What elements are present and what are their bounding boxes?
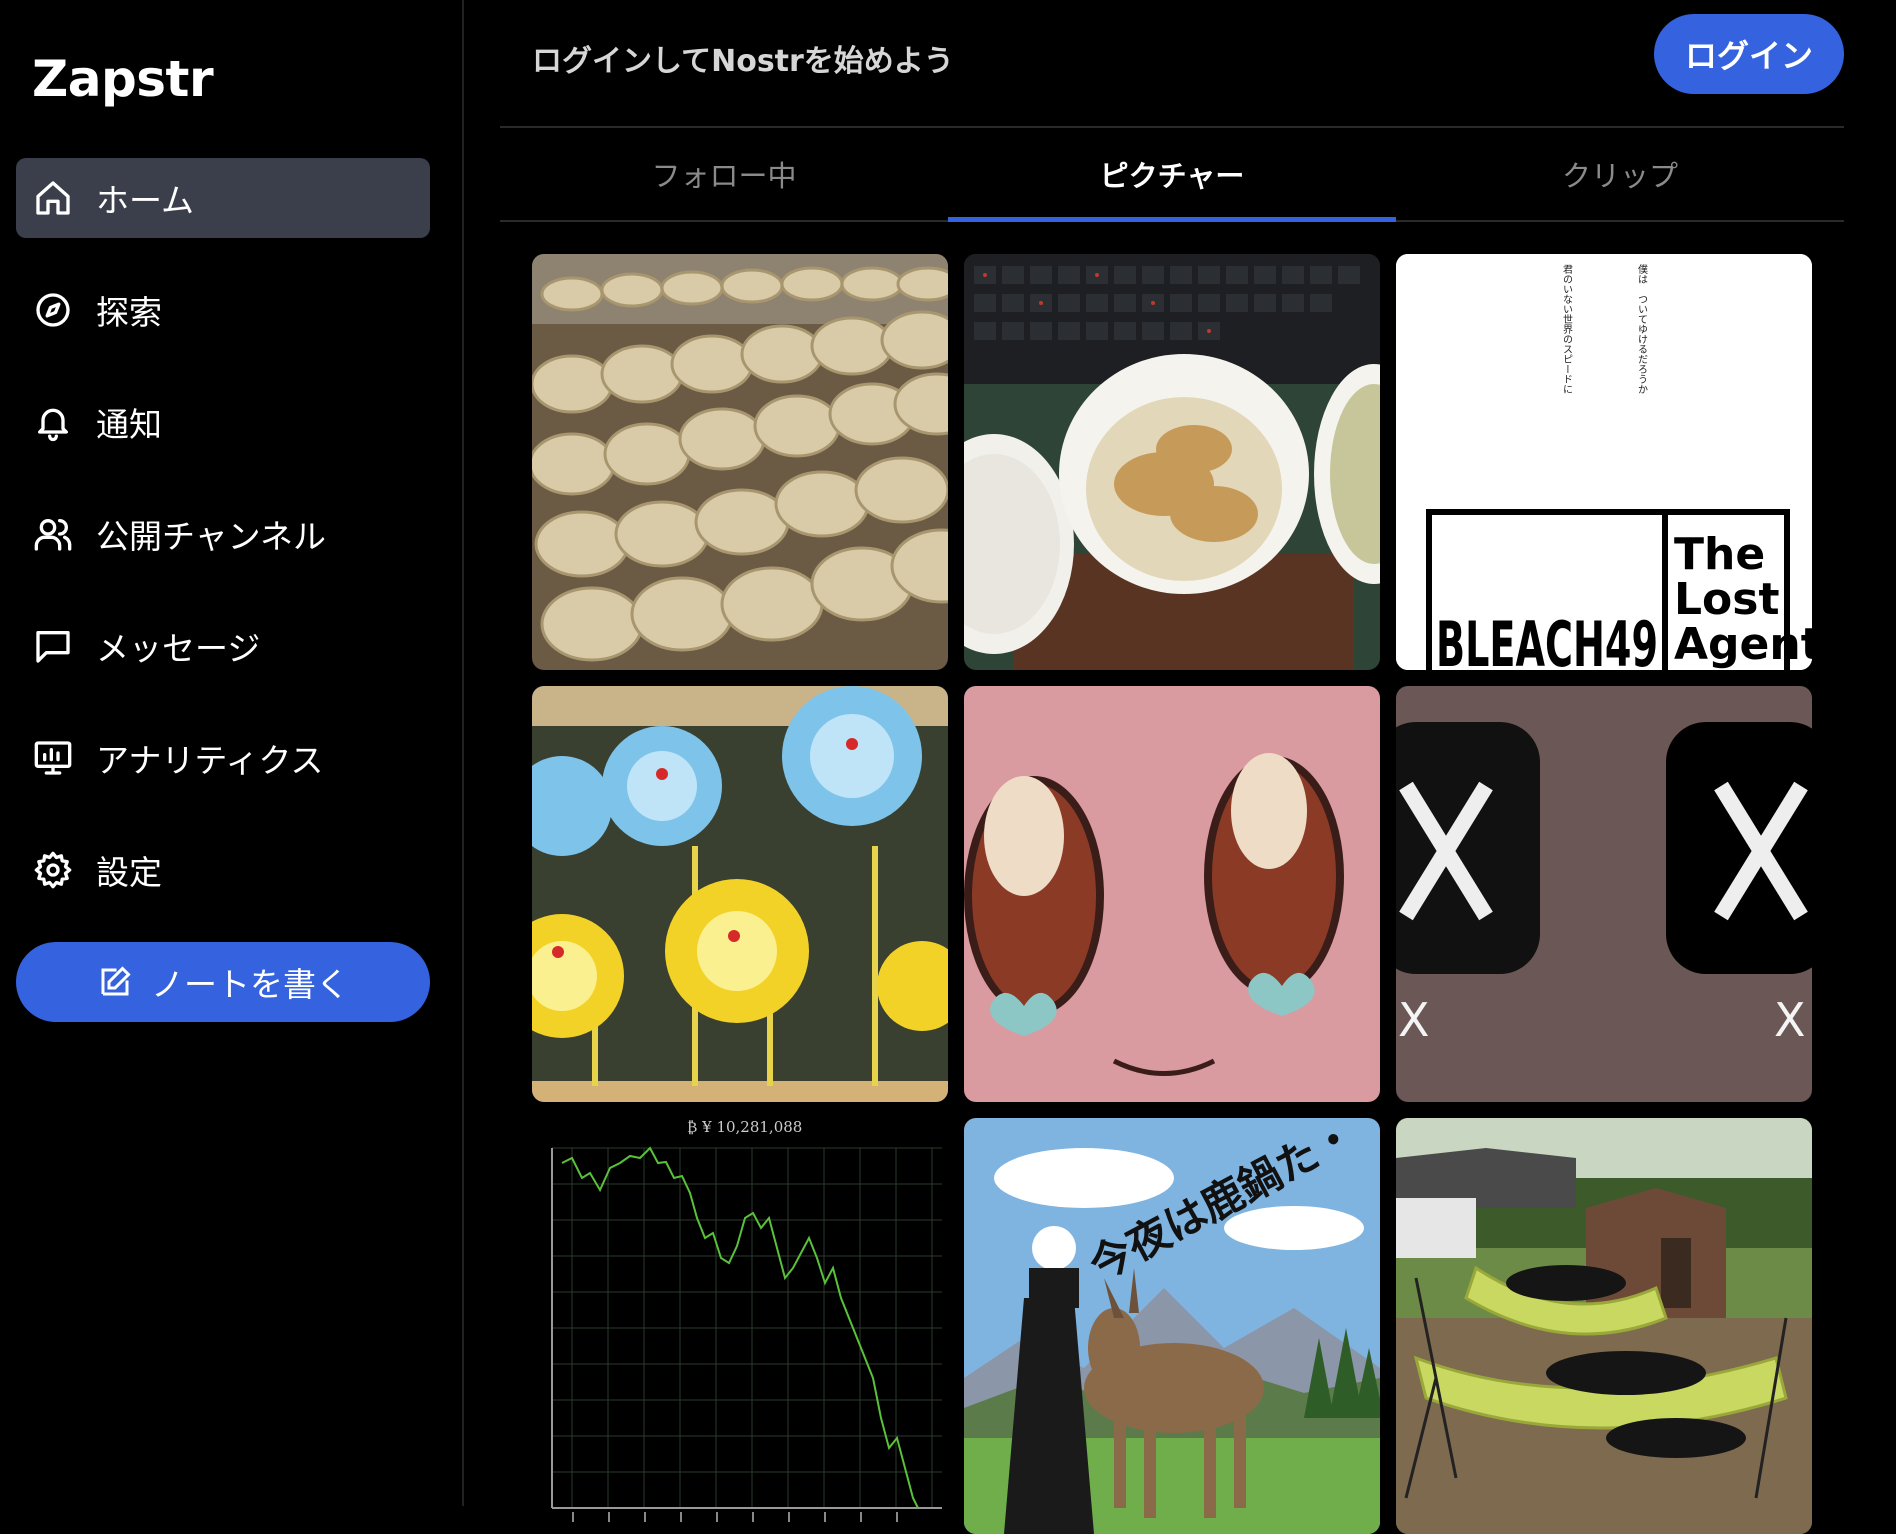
- sidebar-nav: ホーム 探索 通知 公開チャンネル メッセージ アナリティクス 設定: [16, 158, 430, 942]
- login-prompt: ログインしてNostrを始めよう: [532, 44, 954, 79]
- compass-icon: [32, 289, 74, 331]
- sidebar-item-explore[interactable]: 探索: [16, 270, 430, 350]
- edit-icon: [101, 966, 131, 996]
- sidebar-item-channels[interactable]: 公開チャンネル: [16, 494, 430, 574]
- bell-icon: [32, 401, 74, 443]
- write-note-label: ノートを書く: [151, 965, 349, 1004]
- poster-title-right-1: The: [1674, 529, 1765, 580]
- sidebar-item-label: 公開チャンネル: [96, 517, 327, 556]
- gallery-image-gyoza[interactable]: [532, 254, 948, 670]
- sidebar-item-home[interactable]: ホーム: [16, 158, 430, 238]
- gallery-image-chicken-bowl[interactable]: [964, 254, 1380, 670]
- message-icon: [32, 625, 74, 667]
- users-icon: [32, 513, 74, 555]
- gallery-image-text-poster[interactable]: 僕は ついてゆけるだろうか 君のいない世界のスピードに BLEACH49 The…: [1396, 254, 1812, 670]
- tab-pictures[interactable]: ピクチャー: [948, 128, 1396, 222]
- tab-following[interactable]: フォロー中: [500, 128, 948, 220]
- sidebar-item-notifications[interactable]: 通知: [16, 382, 430, 462]
- feed-tabs: フォロー中 ピクチャー クリップ: [500, 128, 1844, 222]
- sidebar-item-messages[interactable]: メッセージ: [16, 606, 430, 686]
- sidebar-item-label: 設定: [96, 853, 162, 892]
- gallery-image-pinwheels[interactable]: [532, 686, 948, 1102]
- x-caption-right: X: [1774, 993, 1806, 1047]
- gallery-image-hammock-camp[interactable]: [1396, 1118, 1812, 1534]
- price-chart-header: ₿ ¥ 10,281,088: [687, 1118, 802, 1136]
- gear-icon: [32, 849, 74, 891]
- poster-line-1: 僕は ついてゆけるだろうか: [1636, 263, 1648, 394]
- gallery-image-plush-face[interactable]: [964, 686, 1380, 1102]
- write-note-button[interactable]: ノートを書く: [16, 942, 430, 1022]
- poster-line-2: 君のいない世界のスピードに: [1561, 264, 1573, 394]
- picture-grid: 僕は ついてゆけるだろうか 君のいない世界のスピードに BLEACH49 The…: [532, 254, 1812, 1534]
- sidebar-item-label: 探索: [96, 293, 162, 332]
- sidebar: Zapstr ホーム 探索 通知 公開チャンネル メッセージ アナリティクス 設…: [0, 0, 464, 1506]
- header: ログインしてNostrを始めよう ログイン: [500, 0, 1844, 128]
- tab-clips[interactable]: クリップ: [1396, 128, 1844, 220]
- sidebar-item-label: メッセージ: [96, 629, 261, 668]
- sidebar-item-settings[interactable]: 設定: [16, 830, 430, 910]
- app-logo[interactable]: Zapstr: [32, 50, 214, 108]
- sidebar-item-analytics[interactable]: アナリティクス: [16, 718, 430, 798]
- gallery-image-x-logos[interactable]: X X: [1396, 686, 1812, 1102]
- analytics-icon: [32, 737, 74, 779]
- poster-title-right-3: Agent: [1674, 619, 1812, 670]
- login-button[interactable]: ログイン: [1654, 14, 1844, 94]
- sidebar-item-label: アナリティクス: [96, 741, 324, 780]
- sidebar-item-label: 通知: [96, 405, 162, 444]
- sidebar-item-label: ホーム: [96, 181, 195, 220]
- poster-title-left: BLEACH49: [1436, 608, 1658, 670]
- gallery-image-deer-meme[interactable]: 今夜は鹿鍋た・: [964, 1118, 1380, 1534]
- x-caption-left: X: [1398, 993, 1430, 1047]
- poster-title-right-2: Lost: [1674, 574, 1780, 625]
- home-icon: [32, 177, 74, 219]
- gallery-image-price-chart[interactable]: ₿ ¥ 10,281,088: [532, 1118, 948, 1534]
